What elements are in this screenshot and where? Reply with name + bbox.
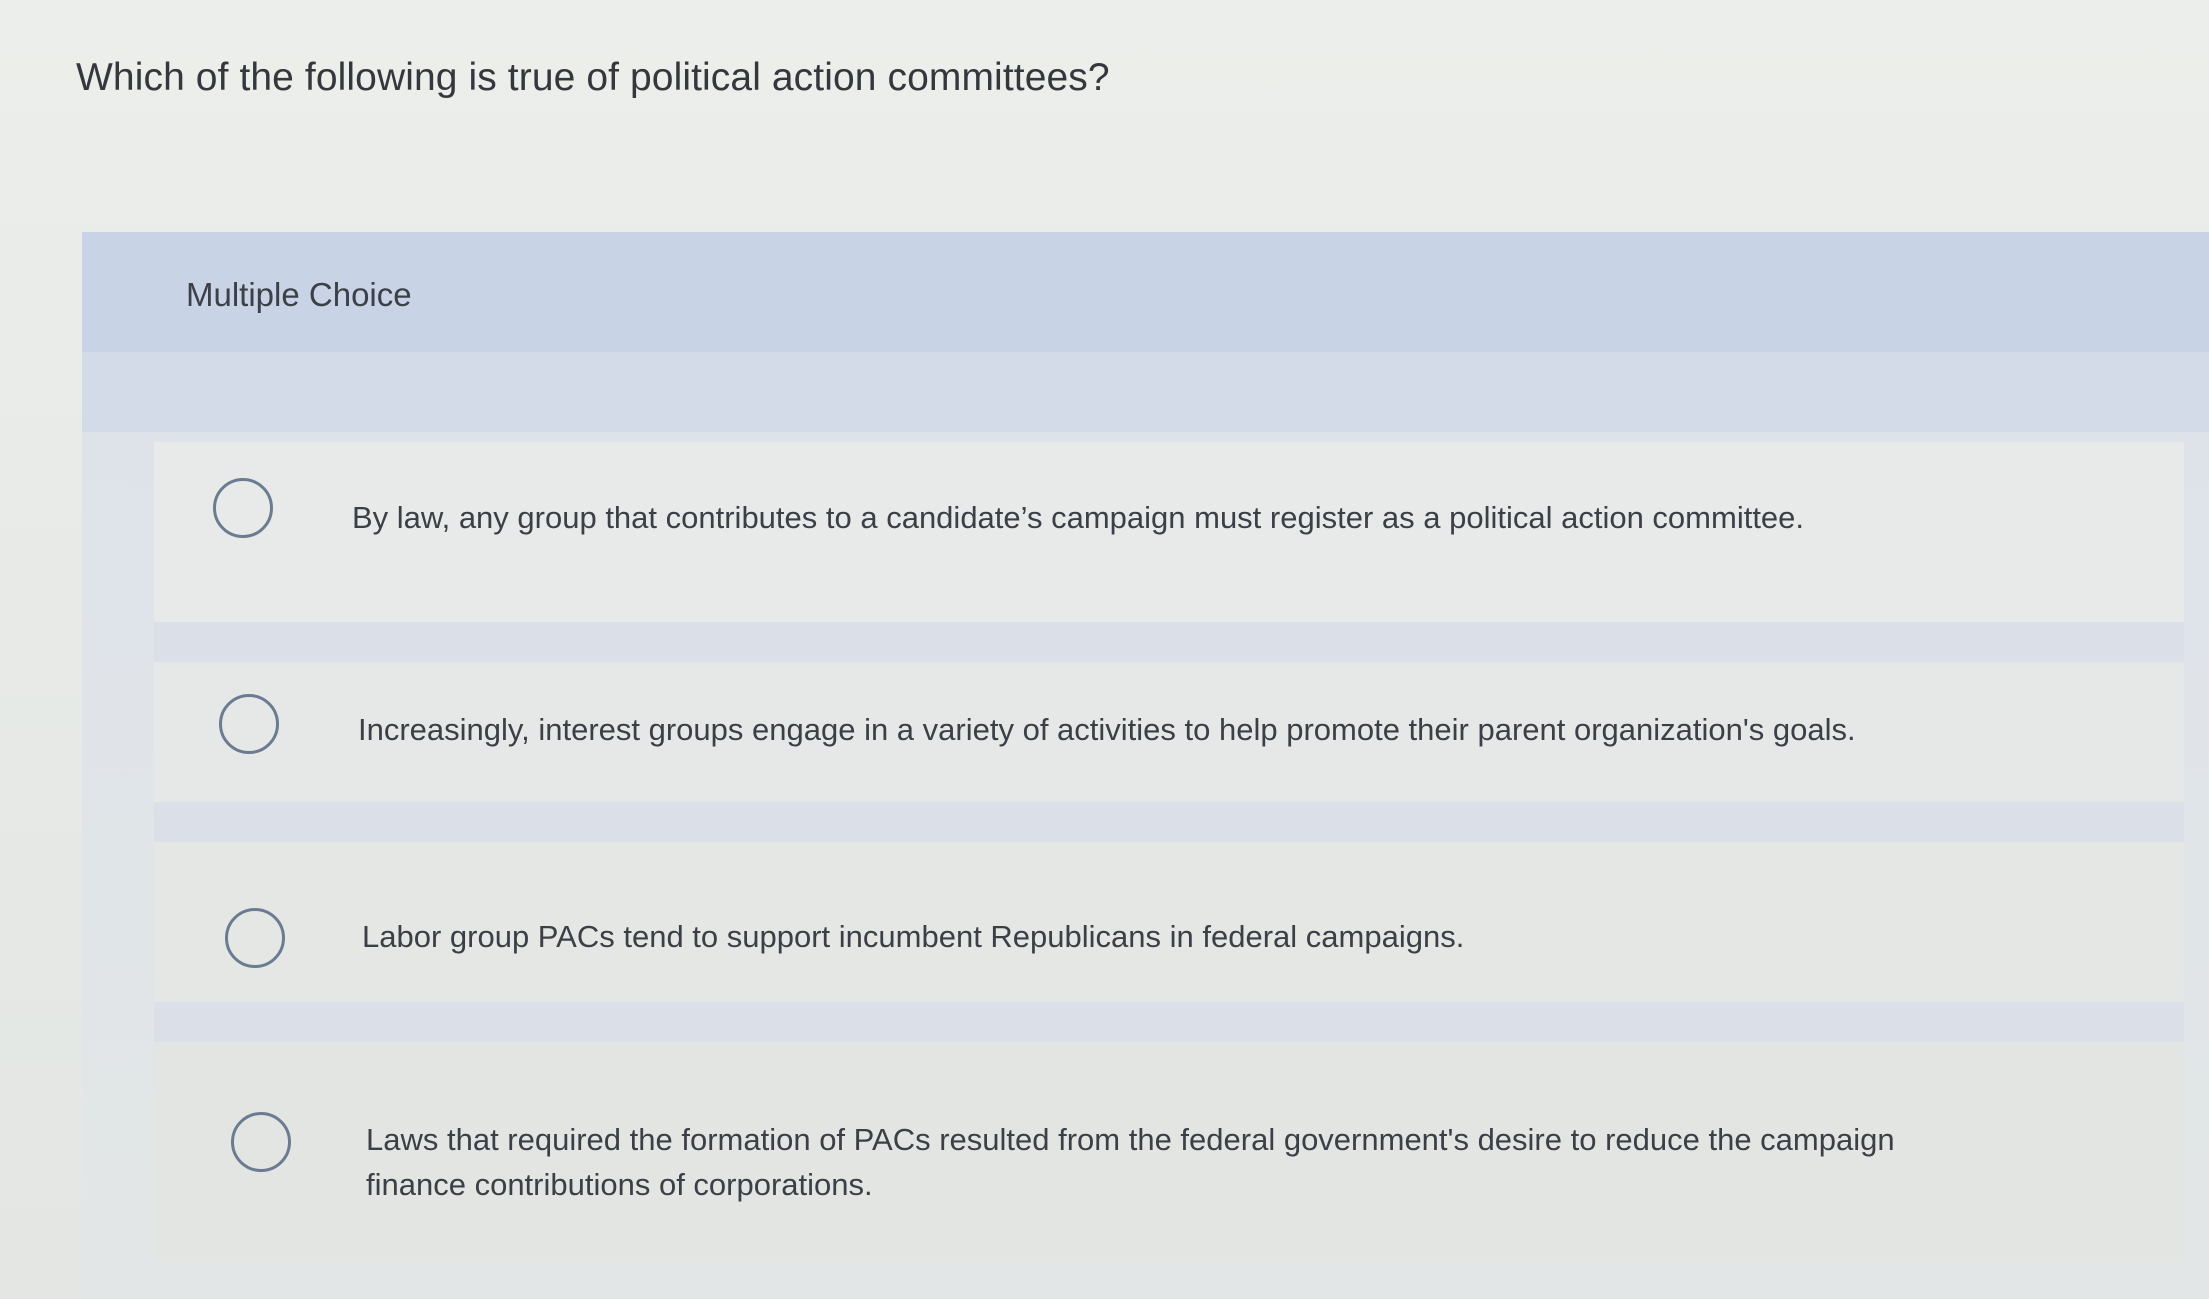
multiple-choice-header: Multiple Choice: [82, 232, 2209, 352]
option-1-text: By law, any group that contributes to a …: [352, 500, 1805, 535]
option-3-text: Labor group PACs tend to support incumbe…: [362, 919, 1465, 954]
radio-button-option-1[interactable]: [213, 478, 273, 538]
quiz-page: Which of the following is true of politi…: [0, 0, 2209, 1299]
radio-button-option-2[interactable]: [219, 694, 279, 754]
option-4-text: Laws that required the formation of PACs…: [366, 1122, 1895, 1202]
question-text: Which of the following is true of politi…: [76, 56, 1110, 99]
option-2-text: Increasingly, interest groups engage in …: [358, 712, 1856, 747]
option-divider: [154, 802, 2184, 842]
option-divider: [154, 622, 2184, 662]
option-divider: [154, 1002, 2184, 1042]
multiple-choice-label: Multiple Choice: [186, 276, 412, 313]
radio-button-option-3[interactable]: [225, 908, 285, 968]
radio-button-option-4[interactable]: [231, 1112, 291, 1172]
header-subband: [82, 352, 2209, 432]
